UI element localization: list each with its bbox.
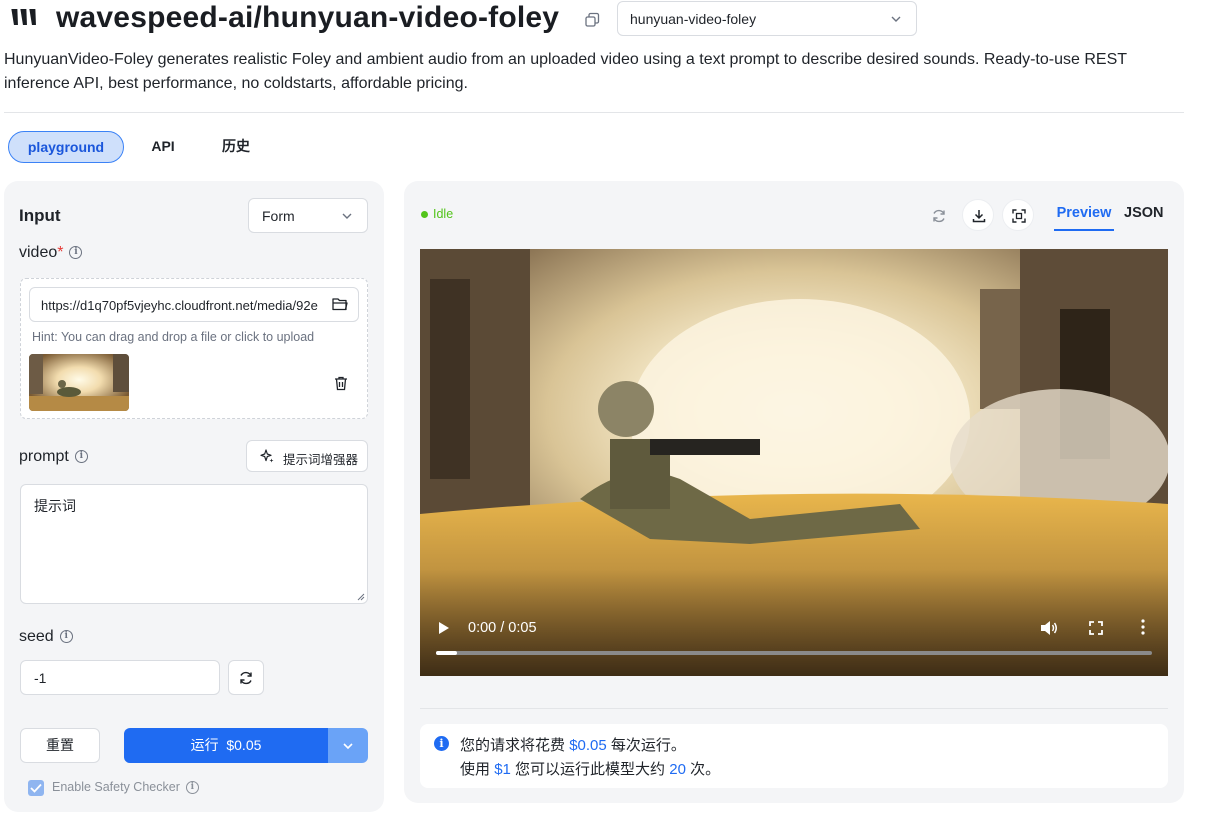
model-select[interactable]: hunyuan-video-foley — [617, 1, 917, 36]
more-options-icon[interactable] — [1140, 619, 1146, 635]
wavespeed-logo-icon — [11, 9, 36, 25]
chevron-down-icon — [343, 743, 353, 750]
resize-grip-icon[interactable] — [357, 593, 365, 601]
seed-label-text: seed — [19, 628, 54, 645]
player-progress-fill — [436, 651, 457, 655]
cost-per-run-price: $0.05 — [569, 737, 607, 754]
cost-line2-prefix: 使用 — [460, 761, 491, 778]
seed-randomize-button[interactable] — [228, 660, 264, 695]
fullscreen-button[interactable] — [1002, 199, 1034, 231]
required-mark: * — [57, 244, 64, 261]
folder-icon[interactable] — [332, 297, 348, 311]
cost-budget-amount: $1 — [494, 761, 511, 778]
prompt-enhancer-label: 提示词增强器 — [283, 453, 359, 467]
prompt-placeholder: 提示词 — [34, 498, 76, 514]
tab-playground[interactable]: playground — [8, 131, 124, 163]
seed-field-label: seed i — [19, 628, 73, 646]
info-icon[interactable]: i — [185, 781, 199, 795]
run-price: $0.05 — [226, 737, 262, 753]
tab-history[interactable]: 历史 — [208, 131, 264, 163]
cost-line2-suffix: 次。 — [690, 761, 721, 778]
refresh-icon — [933, 209, 945, 223]
chevron-down-icon — [342, 213, 352, 219]
upload-hint: Hint: You can drag and drop a file or cl… — [32, 330, 315, 344]
safety-checker-checkbox[interactable] — [28, 780, 44, 796]
fullscreen-icon — [1012, 209, 1026, 223]
safety-checker-text: Enable Safety Checker — [52, 780, 180, 794]
tab-preview[interactable]: Preview — [1054, 205, 1114, 231]
run-button[interactable]: 运行 $0.05 — [124, 728, 328, 763]
sparkle-icon — [260, 449, 274, 463]
run-label: 运行 — [190, 737, 219, 753]
seed-value: -1 — [34, 670, 47, 686]
status-indicator-dot — [421, 211, 428, 218]
output-divider — [420, 708, 1168, 709]
video-field-label: video* i — [19, 244, 83, 262]
copy-icon[interactable] — [584, 12, 600, 28]
chevron-down-icon — [891, 16, 901, 22]
tab-api[interactable]: API — [140, 131, 186, 163]
video-player[interactable]: 0:00 / 0:05 — [420, 249, 1168, 676]
input-mode-select[interactable]: Form — [248, 198, 368, 233]
info-icon[interactable]: i — [59, 630, 73, 644]
video-frame — [420, 249, 1168, 676]
prompt-textarea[interactable]: 提示词 — [20, 484, 368, 604]
tab-json[interactable]: JSON — [1124, 205, 1164, 221]
prompt-label-text: prompt — [19, 448, 69, 465]
video-url-input[interactable]: https://d1q70pf5vjeyhc.cloudfront.net/me… — [29, 287, 359, 322]
trash-icon[interactable] — [333, 375, 349, 391]
page-title: wavespeed-ai/hunyuan-video-foley — [56, 1, 560, 34]
model-description: HunyuanVideo-Foley generates realistic F… — [4, 51, 1127, 92]
info-icon: i — [434, 736, 449, 751]
prompt-enhancer-button[interactable]: 提示词增强器 — [246, 440, 368, 472]
seed-input[interactable]: -1 — [20, 660, 220, 695]
video-thumbnail[interactable] — [29, 354, 129, 411]
prompt-field-label: prompt i — [19, 448, 88, 466]
video-label-text: video — [19, 244, 58, 261]
volume-icon[interactable] — [1040, 620, 1058, 636]
status-text: Idle — [433, 207, 454, 221]
cost-run-count: 20 — [669, 761, 686, 778]
player-time: 0:00 / 0:05 — [468, 620, 537, 636]
info-icon[interactable]: i — [74, 450, 88, 464]
player-fullscreen-icon[interactable] — [1089, 621, 1103, 635]
cost-line-per-run: 您的请求将花费 $0.05 每次运行。 — [460, 734, 686, 755]
download-button[interactable] — [962, 199, 994, 231]
cost-line2-middle: 您可以运行此模型大约 — [515, 761, 666, 778]
cost-line1-prefix: 您的请求将花费 — [460, 737, 566, 754]
play-icon[interactable] — [438, 621, 450, 635]
safety-checker-label: Enable Safety Checker i — [52, 780, 199, 795]
input-panel-title: Input — [19, 206, 61, 225]
checkmark-icon — [30, 783, 42, 793]
player-progress-track[interactable] — [436, 651, 1152, 655]
run-options-dropdown[interactable] — [328, 728, 368, 763]
model-select-value: hunyuan-video-foley — [630, 11, 757, 27]
cost-line-estimate: 使用 $1 您可以运行此模型大约 20 次。 — [460, 758, 720, 779]
input-mode-value: Form — [262, 208, 295, 224]
reset-button[interactable]: 重置 — [20, 728, 100, 763]
refresh-output-button[interactable] — [922, 199, 954, 231]
info-icon[interactable]: i — [69, 246, 83, 260]
refresh-icon — [240, 671, 252, 685]
cost-line1-suffix: 每次运行。 — [610, 737, 686, 754]
video-url-value: https://d1q70pf5vjeyhc.cloudfront.net/me… — [41, 298, 318, 313]
download-icon — [972, 210, 986, 223]
header-divider — [4, 112, 1184, 113]
cost-info-card: i 您的请求将花费 $0.05 每次运行。 使用 $1 您可以运行此模型大约 2… — [420, 724, 1168, 788]
